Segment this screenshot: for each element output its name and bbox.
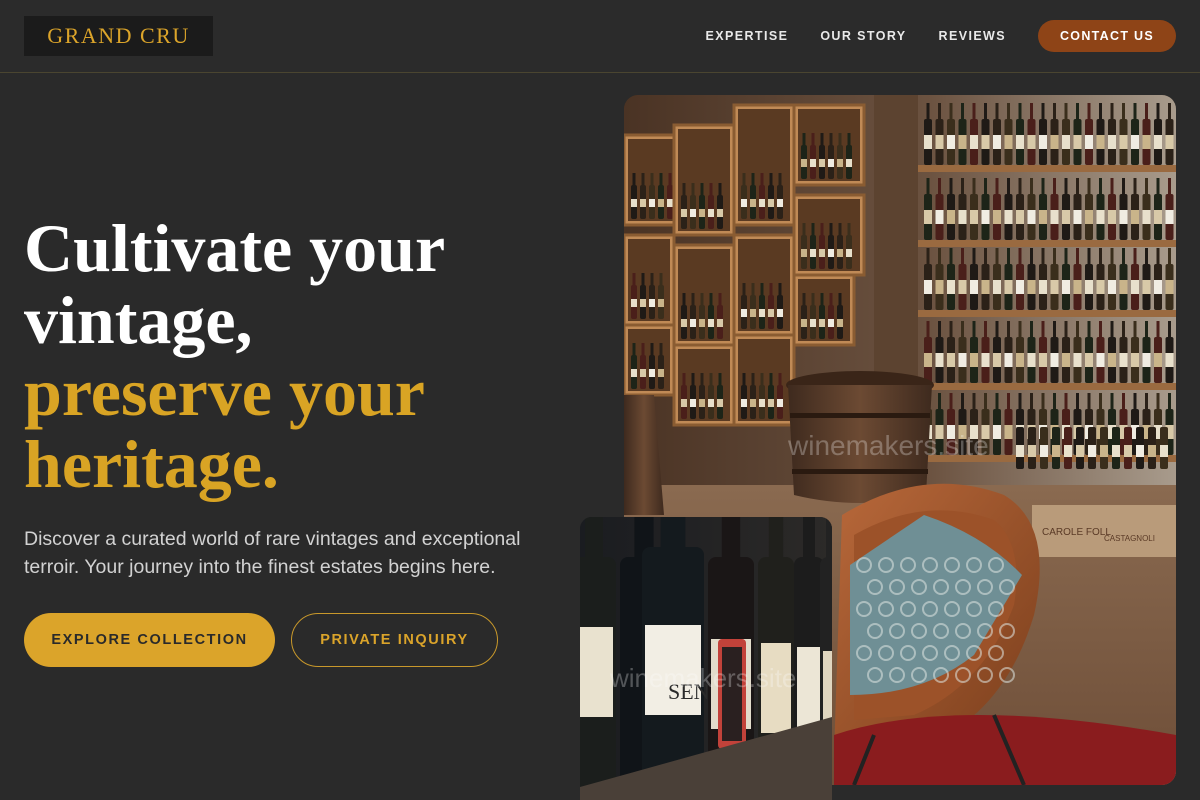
main-photo-watermark: winemakers.site <box>787 430 989 461</box>
headline-line-3: preserve your <box>24 354 425 430</box>
hero-subtext: Discover a curated world of rare vintage… <box>24 528 521 578</box>
small-photo-watermark: winemakers.site <box>609 663 796 693</box>
headline-line-1: Cultivate your <box>24 210 446 286</box>
brand-logo[interactable]: GRAND CRU <box>24 16 213 56</box>
crate-label-2: CASTAGNOLI <box>1104 534 1155 543</box>
crate-label-1: CAROLE FOLL <box>1042 527 1111 538</box>
main-nav: EXPERTISE OUR STORY REVIEWS CONTACT US <box>706 20 1176 52</box>
hero-headline: Cultivate your vintage, preserve your he… <box>24 212 584 500</box>
headline-line-4: heritage. <box>24 426 279 502</box>
nav-link-expertise[interactable]: EXPERTISE <box>706 29 789 43</box>
nav-link-our-story[interactable]: OUR STORY <box>820 29 906 43</box>
wine-bottles-photo: SEN winemakers.site <box>580 517 832 800</box>
private-inquiry-button[interactable]: PRIVATE INQUIRY <box>291 613 498 667</box>
nav-link-reviews[interactable]: REVIEWS <box>939 29 1006 43</box>
headline-line-2: vintage, <box>24 282 253 358</box>
contact-us-button[interactable]: CONTACT US <box>1038 20 1176 52</box>
explore-collection-button[interactable]: EXPLORE COLLECTION <box>24 613 275 667</box>
site-header: GRAND CRU EXPERTISE OUR STORY REVIEWS CO… <box>0 0 1200 73</box>
